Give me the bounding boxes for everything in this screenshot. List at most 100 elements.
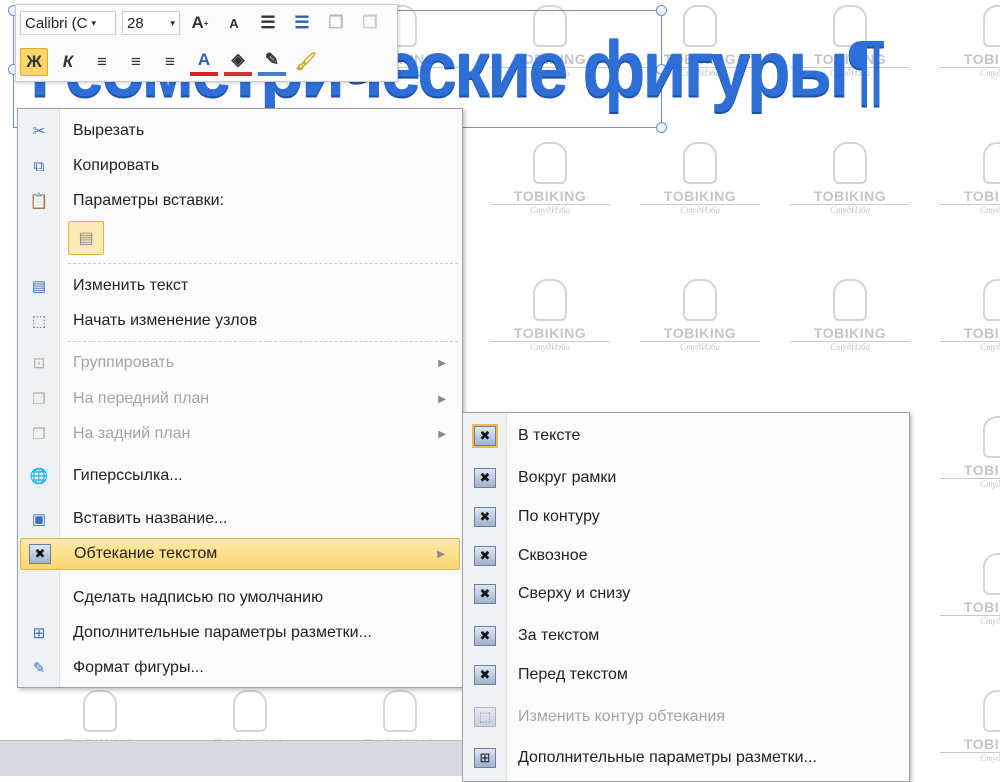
watermark: TOBIKINGСтудИзба (940, 279, 1000, 352)
watermark: TOBIKINGСтудИзба (940, 553, 1000, 626)
chevron-down-icon: ▾ (91, 17, 97, 28)
wrap-option-item[interactable]: ⊞ Дополнительные параметры разметки... (465, 742, 907, 774)
watermark: TOBIKINGСтудИзба (790, 279, 910, 352)
resize-handle[interactable] (656, 122, 667, 133)
wrap-option-item[interactable]: ✖ За текстом (465, 620, 907, 652)
menu-item-label: На задний план (73, 425, 191, 442)
format-painter-icon: 🖌 (295, 52, 317, 71)
font-color-button[interactable]: A (190, 48, 218, 76)
wrap-option-item[interactable]: ✖ По контуру (465, 501, 907, 533)
menu-item-label: Вырезать (73, 122, 145, 139)
paste-keep-formatting-button[interactable]: ▤ (68, 221, 104, 255)
bring-front-icon: ❐ (32, 391, 46, 408)
wrap-option-item[interactable]: ✖ Сквозное (465, 540, 907, 572)
increase-indent-button[interactable]: ☰ (288, 9, 316, 37)
decrease-indent-button[interactable]: ☰ (254, 9, 282, 37)
menu-item-label: Сверху и снизу (518, 585, 631, 602)
menu-item-label: Изменить текст (73, 277, 189, 294)
watermark: TOBIKINGСтудИзба (940, 416, 1000, 489)
chevron-right-icon: ▶ (438, 393, 446, 405)
context-menu-item[interactable]: ⬚ Начать изменение узлов (20, 305, 460, 337)
font-color-icon: A (197, 50, 211, 69)
align-center-button[interactable]: ≡ (122, 48, 150, 76)
context-menu-item[interactable]: 🌐 Гиперссылка... (20, 460, 460, 492)
layout-icon: ⊞ (32, 625, 46, 642)
wrap-option-icon: ✖ (474, 546, 496, 566)
increase-indent-icon: ☰ (294, 13, 310, 32)
bring-forward-button[interactable]: ❐ (322, 9, 350, 37)
italic-icon: К (62, 52, 74, 71)
menu-item-label: Сквозное (518, 547, 588, 564)
chevron-right-icon: ▶ (437, 548, 445, 560)
send-backward-button[interactable]: ❐ (356, 9, 384, 37)
context-menu-item[interactable]: ✖ Обтекание текстом ▶ (20, 538, 460, 570)
context-menu-item[interactable]: ⊞ Дополнительные параметры разметки... (20, 617, 460, 649)
bring-forward-icon: ❐ (328, 13, 344, 32)
wrap-option-item[interactable]: ✖ Перед текстом (465, 659, 907, 691)
menu-separator (68, 341, 458, 342)
font-name-select[interactable]: Calibri (С ▾ (20, 11, 116, 35)
align-right-icon: ≡ (165, 52, 175, 71)
menu-item-label: В тексте (518, 427, 581, 444)
text-wrap-submenu: ✖ В тексте ✖ Вокруг рамки ✖ По контуру ✖ Сквозн… (462, 412, 910, 782)
copy-icon: ⧉ (33, 157, 45, 175)
chevron-down-icon: ▾ (170, 17, 175, 28)
edit-text-icon: ▤ (31, 278, 47, 295)
grow-font-button[interactable]: A + (186, 9, 214, 37)
context-menu-item[interactable]: ✂ Вырезать (20, 115, 460, 147)
format-shape-icon: ✎ (32, 660, 46, 677)
context-menu-item[interactable]: ⧉ Копировать (20, 150, 460, 182)
wrap-option-item[interactable]: ✖ В тексте (465, 420, 907, 452)
shrink-font-icon: A (229, 15, 239, 31)
wrap-option-icon: ✖ (472, 424, 498, 448)
scissors-icon: ✂ (32, 123, 46, 140)
send-backward-icon: ❐ (362, 13, 378, 32)
status-bar (0, 740, 462, 776)
watermark: TOBIKINGСтудИзба (940, 690, 1000, 763)
watermark: TOBIKINGСтудИзба (940, 142, 1000, 215)
menu-item-label: Начать изменение узлов (73, 312, 258, 329)
context-menu-item: ❐ На передний план ▶ (20, 383, 460, 415)
outline-color-button[interactable]: ✎ (258, 48, 286, 76)
context-menu-item[interactable]: ✎ Формат фигуры... (20, 652, 460, 684)
menu-separator (68, 263, 458, 264)
font-size-value: 28 (127, 14, 144, 32)
shrink-font-button[interactable]: A (220, 9, 248, 37)
watermark: TOBIKINGСтудИзба (490, 142, 610, 215)
fill-color-button[interactable]: ◈ (224, 48, 252, 76)
context-menu-item[interactable]: ▤ Изменить текст (20, 270, 460, 302)
layout-icon: ⊞ (474, 748, 496, 768)
decrease-indent-icon: ☰ (260, 13, 276, 32)
menu-item-label: Вставить название... (73, 510, 228, 527)
menu-item-label: Гиперссылка... (73, 467, 183, 484)
context-menu-item[interactable]: Сделать надписью по умолчанию (20, 582, 460, 614)
format-painter-button[interactable]: 🖌 (292, 48, 320, 76)
wrap-option-item[interactable]: ✖ Сверху и снизу (465, 578, 907, 610)
wrap-option-item[interactable]: ✖ Вокруг рамки (465, 462, 907, 494)
bold-icon: Ж (26, 52, 42, 71)
menu-item-label: Вокруг рамки (518, 469, 617, 486)
watermark: TOBIKINGСтудИзба (640, 279, 760, 352)
font-size-select[interactable]: 28 ▾ (122, 11, 180, 35)
send-back-icon: ❐ (32, 426, 46, 443)
resize-handle[interactable] (656, 5, 667, 16)
align-left-button[interactable]: ≡ (88, 48, 116, 76)
menu-item-label: Группировать (73, 354, 175, 371)
grow-font-icon: A (191, 13, 204, 32)
align-left-icon: ≡ (97, 52, 107, 71)
bold-button[interactable]: Ж (20, 48, 48, 76)
align-right-button[interactable]: ≡ (156, 48, 184, 76)
context-menu-item[interactable]: 📋 Параметры вставки: (20, 185, 460, 217)
paste-icon: 📋 (29, 193, 49, 210)
menu-item-label: Изменить контур обтекания (518, 708, 725, 725)
context-menu-item: ⊡ Группировать ▶ (20, 347, 460, 379)
align-center-icon: ≡ (131, 52, 141, 71)
menu-item-label: Дополнительные параметры разметки... (518, 749, 817, 766)
wrap-option-icon: ✖ (474, 584, 496, 604)
group-icon: ⊡ (32, 355, 46, 372)
mini-toolbar: Calibri (С ▾ 28 ▾ A + A ☰ ☰ ❐ ❐ Ж К ≡ ≡ ≡ A… (15, 4, 398, 82)
context-menu-item[interactable]: ▣ Вставить название... (20, 503, 460, 535)
wrap-option-icon: ✖ (474, 507, 496, 527)
italic-button[interactable]: К (54, 48, 82, 76)
menu-item-label: За текстом (518, 627, 600, 644)
